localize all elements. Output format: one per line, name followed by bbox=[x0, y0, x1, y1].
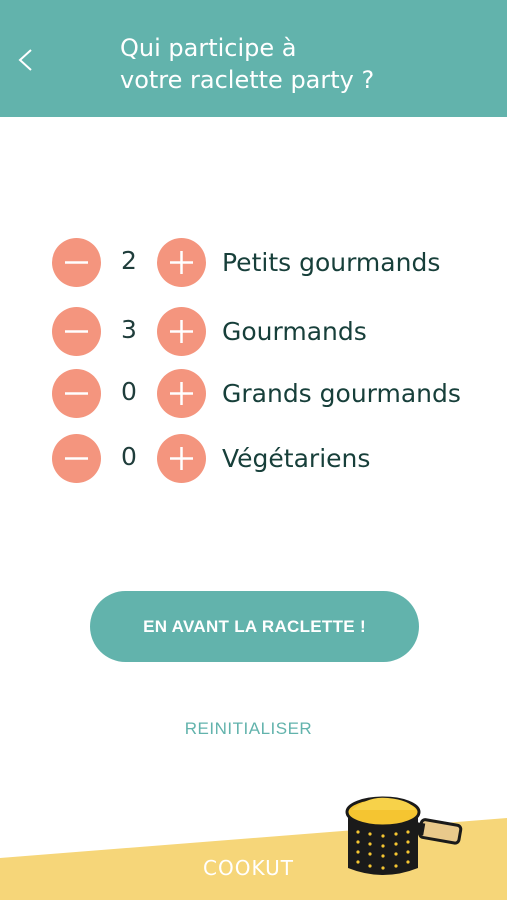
increment-button[interactable] bbox=[157, 307, 206, 356]
title-line-2: votre raclette party ? bbox=[120, 66, 375, 94]
counter-value: 3 bbox=[121, 315, 137, 344]
plus-icon bbox=[170, 382, 193, 405]
decrement-button[interactable] bbox=[52, 369, 101, 418]
counter-label: Gourmands bbox=[222, 317, 367, 346]
reset-link[interactable]: REINITIALISER bbox=[0, 719, 497, 739]
minus-icon bbox=[65, 457, 88, 460]
back-button[interactable] bbox=[12, 42, 42, 78]
counter-value: 0 bbox=[121, 377, 137, 406]
increment-button[interactable] bbox=[157, 238, 206, 287]
increment-button[interactable] bbox=[157, 434, 206, 483]
decrement-button[interactable] bbox=[52, 307, 101, 356]
counter-row-gourmands: 3 Gourmands bbox=[52, 307, 492, 357]
start-raclette-button[interactable]: EN AVANT LA RACLETTE ! bbox=[90, 591, 419, 662]
increment-button[interactable] bbox=[157, 369, 206, 418]
counter-value: 0 bbox=[121, 442, 137, 471]
counter-row-petits-gourmands: 2 Petits gourmands bbox=[52, 238, 492, 288]
plus-icon bbox=[170, 251, 193, 274]
title-line-1: Qui participe à bbox=[120, 34, 297, 62]
minus-icon bbox=[65, 392, 88, 395]
counter-label: Végétariens bbox=[222, 444, 371, 473]
brand-logo: COOKUT bbox=[203, 856, 294, 880]
counter-row-vegetariens: 0 Végétariens bbox=[52, 434, 492, 484]
minus-icon bbox=[65, 330, 88, 333]
app-header: Qui participe à votre raclette party ? bbox=[0, 0, 507, 117]
plus-icon bbox=[170, 447, 193, 470]
plus-icon bbox=[170, 320, 193, 343]
counter-row-grands-gourmands: 0 Grands gourmands bbox=[52, 369, 492, 419]
decrement-button[interactable] bbox=[52, 434, 101, 483]
decrement-button[interactable] bbox=[52, 238, 101, 287]
page-title: Qui participe à votre raclette party ? bbox=[120, 32, 490, 96]
counter-label: Grands gourmands bbox=[222, 379, 461, 408]
minus-icon bbox=[65, 261, 88, 264]
counter-value: 2 bbox=[121, 246, 137, 275]
chevron-left-icon bbox=[18, 49, 32, 71]
counter-label: Petits gourmands bbox=[222, 248, 441, 277]
